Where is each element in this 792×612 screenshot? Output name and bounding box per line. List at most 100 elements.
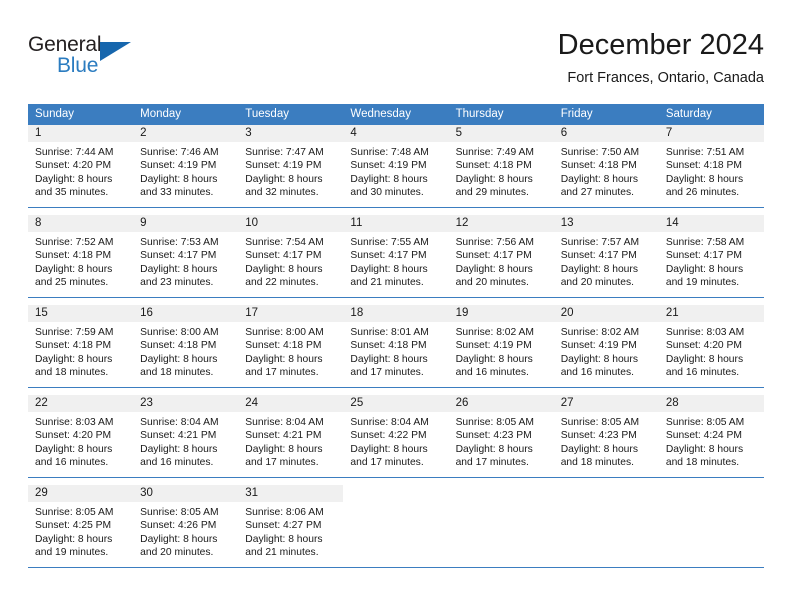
sunset-text: Sunset: 4:19 PM — [560, 340, 637, 352]
calendar-day-cell[interactable]: 11 Sunrise: 7:55 AM Sunset: 4:17 PM Dayligh… — [343, 215, 449, 297]
calendar-day-cell[interactable]: 7 Sunrise: 7:51 AM Sunset: 4:18 PM Daylight… — [658, 125, 764, 207]
calendar-day-cell[interactable]: 8 Sunrise: 7:52 AM Sunset: 4:18 PM Daylight… — [28, 215, 134, 297]
calendar-day-cell[interactable]: 30 Sunrise: 8:05 AM Sunset: 4:26 PM Dayligh… — [133, 485, 239, 567]
day-number-band: 17 — [238, 305, 344, 322]
calendar-day-cell[interactable]: 20 Sunrise: 8:02 AM Sunset: 4:19 PM Dayligh… — [553, 305, 659, 387]
weekday-header-wednesday: Wednesday — [350, 108, 411, 120]
day-number-band — [658, 485, 764, 502]
calendar-day-cell[interactable]: 13 Sunrise: 7:57 AM Sunset: 4:17 PM Dayligh… — [553, 215, 659, 297]
calendar-day-cell[interactable]: 2 Sunrise: 7:46 AM Sunset: 4:19 PM Daylight… — [133, 125, 239, 207]
daylight-text: Daylight: 8 hours — [455, 263, 533, 275]
day-detail-lines: Sunrise: 7:46 AM Sunset: 4:19 PM Daylight:… — [133, 142, 238, 200]
day-number: 19 — [455, 307, 469, 319]
calendar-day-cell[interactable]: 26 Sunrise: 8:05 AM Sunset: 4:23 PM Dayligh… — [448, 395, 554, 477]
calendar-day-cell[interactable]: 25 Sunrise: 8:04 AM Sunset: 4:22 PM Dayligh… — [343, 395, 449, 477]
sunrise-text: Sunrise: 8:05 AM — [140, 507, 219, 518]
calendar-day-cell[interactable]: 22 Sunrise: 8:03 AM Sunset: 4:20 PM Dayligh… — [28, 395, 134, 477]
day-number-band: 10 — [238, 215, 344, 232]
calendar-day-cell[interactable]: 24 Sunrise: 8:04 AM Sunset: 4:21 PM Dayligh… — [238, 395, 344, 477]
calendar-week-row: 22 Sunrise: 8:03 AM Sunset: 4:20 PM Dayligh… — [28, 395, 764, 478]
day-number-band: 12 — [448, 215, 554, 232]
daylight-text: Daylight: 8 hours — [140, 173, 218, 185]
day-detail-lines: Sunrise: 8:06 AM Sunset: 4:27 PM Daylight:… — [238, 502, 343, 560]
day-detail-lines: Sunrise: 7:50 AM Sunset: 4:18 PM Daylight:… — [554, 142, 659, 200]
daylight-text: Daylight: 8 hours — [35, 533, 113, 545]
calendar-day-cell[interactable]: 17 Sunrise: 8:00 AM Sunset: 4:18 PM Dayligh… — [238, 305, 344, 387]
sunset-text: Sunset: 4:21 PM — [245, 430, 322, 442]
day-detail-lines: Sunrise: 8:00 AM Sunset: 4:18 PM Daylight:… — [238, 322, 343, 380]
calendar-day-cell[interactable]: 3 Sunrise: 7:47 AM Sunset: 4:19 PM Daylight… — [238, 125, 344, 207]
day-number-band: 1 — [28, 125, 134, 142]
weekday-header-row: Sunday Monday Tuesday Wednesday Thursday… — [28, 104, 764, 125]
daylight-text: Daylight: 8 hours — [560, 353, 638, 365]
general-blue-logo: General Blue — [28, 30, 148, 86]
calendar-day-cell[interactable]: 27 Sunrise: 8:05 AM Sunset: 4:23 PM Dayligh… — [553, 395, 659, 477]
daylight-text: Daylight: 8 hours — [455, 353, 533, 365]
day-detail-lines — [343, 502, 448, 506]
daylight-text: Daylight: 8 hours — [35, 353, 113, 365]
calendar-day-cell[interactable]: 16 Sunrise: 8:00 AM Sunset: 4:18 PM Dayligh… — [133, 305, 239, 387]
calendar-day-cell[interactable]: 6 Sunrise: 7:50 AM Sunset: 4:18 PM Daylight… — [553, 125, 659, 207]
calendar-day-cell[interactable]: 21 Sunrise: 8:03 AM Sunset: 4:20 PM Dayligh… — [658, 305, 764, 387]
day-detail-lines: Sunrise: 8:02 AM Sunset: 4:19 PM Daylight:… — [449, 322, 554, 380]
daylight-text: Daylight: 8 hours — [455, 173, 533, 185]
sunset-text: Sunset: 4:21 PM — [140, 430, 217, 442]
sunrise-text: Sunrise: 7:55 AM — [350, 237, 429, 248]
sunset-text: Sunset: 4:18 PM — [35, 340, 112, 352]
day-detail-lines: Sunrise: 8:05 AM Sunset: 4:25 PM Daylight:… — [28, 502, 133, 560]
sunset-text: Sunset: 4:19 PM — [350, 160, 427, 172]
daylight-text-cont: and 19 minutes. — [665, 277, 740, 289]
logo-text-general: General — [28, 33, 102, 56]
sunset-text: Sunset: 4:18 PM — [245, 340, 322, 352]
sunset-text: Sunset: 4:17 PM — [455, 250, 532, 262]
daylight-text-cont: and 20 minutes. — [455, 277, 529, 289]
sunset-text: Sunset: 4:18 PM — [665, 160, 742, 172]
sunset-text: Sunset: 4:18 PM — [140, 340, 217, 352]
daylight-text-cont: and 35 minutes. — [35, 187, 109, 199]
day-number-band: 4 — [343, 125, 449, 142]
calendar-day-cell[interactable]: 5 Sunrise: 7:49 AM Sunset: 4:18 PM Daylight… — [448, 125, 554, 207]
sunrise-text: Sunrise: 7:48 AM — [350, 147, 429, 158]
calendar-day-cell[interactable]: 18 Sunrise: 8:01 AM Sunset: 4:18 PM Dayligh… — [343, 305, 449, 387]
day-detail-lines: Sunrise: 7:56 AM Sunset: 4:17 PM Daylight:… — [449, 232, 554, 290]
calendar-day-cell[interactable]: 23 Sunrise: 8:04 AM Sunset: 4:21 PM Dayligh… — [133, 395, 239, 477]
daylight-text-cont: and 17 minutes. — [245, 367, 319, 379]
calendar-week-row: 15 Sunrise: 7:59 AM Sunset: 4:18 PM Dayligh… — [28, 305, 764, 388]
day-number: 16 — [140, 307, 153, 319]
day-number-band: 31 — [238, 485, 344, 502]
sunrise-text: Sunrise: 7:47 AM — [245, 147, 324, 158]
daylight-text-cont: and 22 minutes. — [245, 277, 319, 289]
day-number: 8 — [35, 217, 42, 229]
calendar-day-cell-empty — [553, 485, 659, 567]
calendar-day-cell[interactable]: 15 Sunrise: 7:59 AM Sunset: 4:18 PM Dayligh… — [28, 305, 134, 387]
day-number: 14 — [665, 217, 679, 229]
daylight-text: Daylight: 8 hours — [35, 263, 113, 275]
calendar-day-cell[interactable]: 9 Sunrise: 7:53 AM Sunset: 4:17 PM Daylight… — [133, 215, 239, 297]
calendar-day-cell[interactable]: 10 Sunrise: 7:54 AM Sunset: 4:17 PM Dayligh… — [238, 215, 344, 297]
daylight-text-cont: and 26 minutes. — [665, 187, 740, 199]
daylight-text: Daylight: 8 hours — [140, 353, 218, 365]
calendar-day-cell[interactable]: 28 Sunrise: 8:05 AM Sunset: 4:24 PM Dayligh… — [658, 395, 764, 477]
day-number-band: 18 — [343, 305, 449, 322]
day-detail-lines — [659, 502, 764, 506]
daylight-text-cont: and 18 minutes. — [665, 457, 740, 469]
sunset-text: Sunset: 4:26 PM — [140, 520, 217, 532]
sunset-text: Sunset: 4:17 PM — [350, 250, 427, 262]
calendar-day-cell[interactable]: 1 Sunrise: 7:44 AM Sunset: 4:20 PM Daylight… — [28, 125, 134, 207]
day-detail-lines: Sunrise: 8:05 AM Sunset: 4:26 PM Daylight:… — [133, 502, 238, 560]
calendar-day-cell[interactable]: 29 Sunrise: 8:05 AM Sunset: 4:25 PM Dayligh… — [28, 485, 134, 567]
day-number-band: 14 — [658, 215, 764, 232]
calendar-day-cell[interactable]: 31 Sunrise: 8:06 AM Sunset: 4:27 PM Dayligh… — [238, 485, 344, 567]
calendar-day-cell[interactable]: 12 Sunrise: 7:56 AM Sunset: 4:17 PM Dayligh… — [448, 215, 554, 297]
day-number: 1 — [35, 127, 42, 139]
daylight-text: Daylight: 8 hours — [140, 263, 218, 275]
sunset-text: Sunset: 4:23 PM — [560, 430, 637, 442]
calendar-day-cell[interactable]: 4 Sunrise: 7:48 AM Sunset: 4:19 PM Daylight… — [343, 125, 449, 207]
day-number-band: 21 — [658, 305, 764, 322]
day-number-band: 6 — [553, 125, 659, 142]
sunset-text: Sunset: 4:17 PM — [665, 250, 742, 262]
daylight-text-cont: and 21 minutes. — [350, 277, 424, 289]
calendar-day-cell[interactable]: 19 Sunrise: 8:02 AM Sunset: 4:19 PM Dayligh… — [448, 305, 554, 387]
calendar-day-cell[interactable]: 14 Sunrise: 7:58 AM Sunset: 4:17 PM Dayligh… — [658, 215, 764, 297]
daylight-text-cont: and 30 minutes. — [350, 187, 424, 199]
